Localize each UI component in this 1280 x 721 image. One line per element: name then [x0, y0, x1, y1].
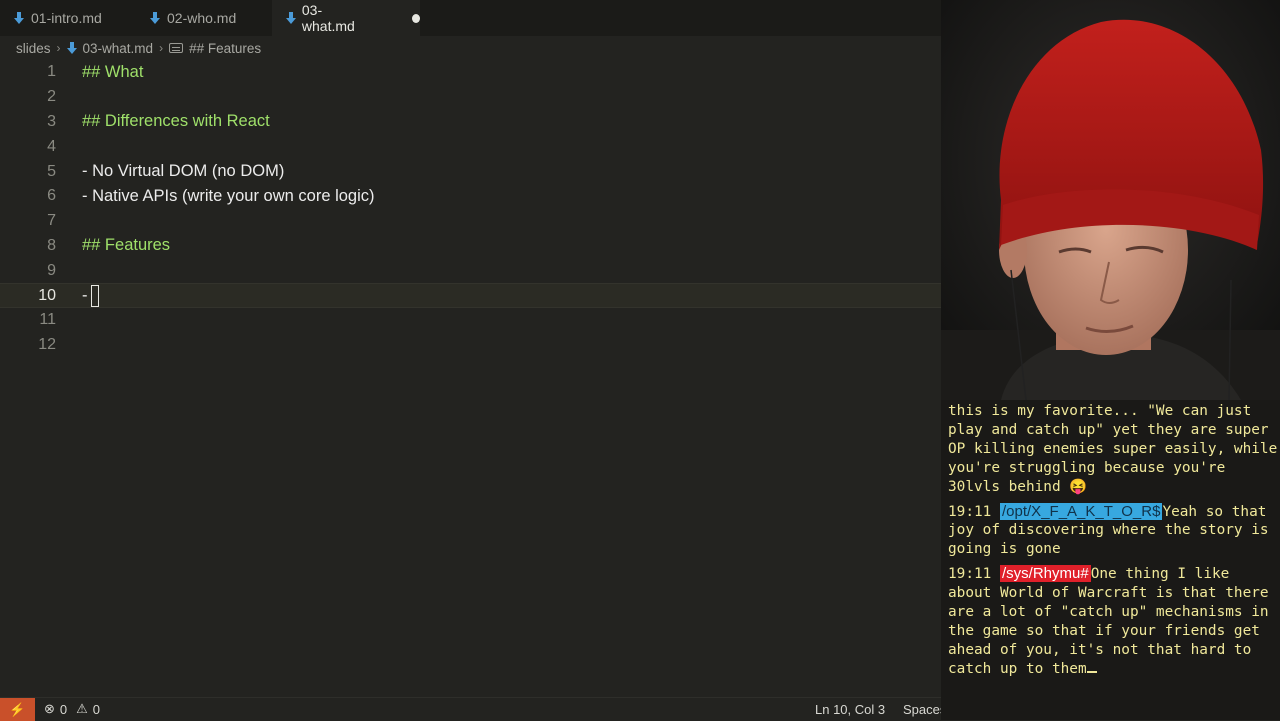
error-count: 0 [59, 701, 68, 717]
tab-02-who[interactable]: 02-who.md [136, 0, 272, 36]
warning-count: 0 [92, 701, 101, 717]
laughing-emoji-icon: 😝 [1069, 478, 1088, 495]
chat-time: 19:11 [948, 503, 992, 520]
webcam-feed [941, 0, 1280, 400]
code-line[interactable]: 6 - Native APIs (write your own core logi… [0, 184, 941, 209]
chat-text: this is my favorite... "We can just play… [948, 403, 1278, 495]
line-number: 1 [47, 63, 56, 81]
tab-label: 02-who.md [167, 10, 237, 26]
code-line[interactable]: 4 [0, 134, 941, 159]
line-text: ## What [82, 62, 144, 81]
markdown-file-icon [286, 12, 296, 24]
code-editor[interactable]: 1 ## What 2 3 ## Differences with React 4 … [0, 60, 941, 358]
chat-message: 19:11 /sys/Rhymu# One thing I like about … [948, 565, 1278, 678]
chevron-right-icon: › [159, 41, 164, 55]
code-line[interactable]: 12 [0, 333, 941, 358]
chat-time: 19:11 [948, 566, 992, 583]
stream-overlay-panel: this is my favorite... "We can just play… [941, 0, 1280, 720]
code-line-current[interactable]: 10 - [0, 283, 941, 308]
warning-icon: ⚠ [76, 701, 88, 716]
tab-label: 01-intro.md [31, 10, 102, 26]
tab-01-intro[interactable]: 01-intro.md [0, 0, 136, 36]
chat-username: /opt/X_F_A_K_T_O_R$ [1000, 502, 1163, 520]
problems-indicator[interactable]: ⊗ 0 ⚠ 0 [44, 698, 100, 720]
line-number: 2 [47, 88, 56, 106]
code-line[interactable]: 5 - No Virtual DOM (no DOM) [0, 159, 941, 184]
chat-username: /sys/Rhymu# [1000, 565, 1091, 583]
line-number: 10 [38, 286, 56, 304]
indentation-setting[interactable]: Spaces [903, 698, 946, 720]
code-line[interactable]: 3 ## Differences with React [0, 110, 941, 135]
line-number: 4 [47, 137, 56, 155]
tab-03-what[interactable]: 03-what.md [272, 0, 420, 36]
status-bar: ⚡ ⊗ 0 ⚠ 0 Ln 10, Col 3 Spaces [0, 697, 946, 721]
line-number: 3 [47, 112, 56, 130]
markdown-file-icon [14, 12, 24, 24]
breadcrumb-file[interactable]: 03-what.md [83, 41, 154, 56]
code-line[interactable]: 11 [0, 308, 941, 333]
error-icon: ⊗ [44, 701, 55, 716]
editor-area[interactable]: 01-intro.md 02-who.md 03-what.md slides … [0, 0, 941, 697]
remote-indicator[interactable]: ⚡ [0, 698, 35, 721]
breadcrumb-symbol[interactable]: ## Features [189, 41, 261, 56]
line-text: - [82, 285, 88, 304]
code-line[interactable]: 1 ## What [0, 60, 941, 85]
markdown-file-icon [66, 42, 77, 54]
chat-text: One thing I like about World of Warcraft… [948, 566, 1269, 677]
breadcrumb: slides › 03-what.md › ## Features [16, 38, 261, 58]
line-number: 7 [47, 212, 56, 230]
code-line[interactable]: 7 [0, 209, 941, 234]
tab-bar: 01-intro.md 02-who.md 03-what.md [0, 0, 941, 36]
chevron-right-icon: › [56, 41, 61, 55]
line-text-current: - [82, 284, 99, 307]
symbol-string-icon [169, 43, 184, 53]
breadcrumb-folder[interactable]: slides [16, 41, 51, 56]
terminal-cursor [1086, 670, 1097, 673]
line-number: 5 [47, 162, 56, 180]
chat-log: this is my favorite... "We can just play… [948, 402, 1278, 685]
tab-label: 03-what.md [301, 2, 355, 34]
chat-message: 19:11 /opt/X_F_A_K_T_O_R$ Yeah so that jo… [948, 502, 1278, 560]
code-line[interactable]: 2 [0, 85, 941, 110]
line-number: 9 [47, 261, 56, 279]
chat-message: this is my favorite... "We can just play… [948, 402, 1278, 497]
code-line[interactable]: 8 ## Features [0, 234, 941, 259]
markdown-file-icon [150, 12, 160, 24]
cursor-position[interactable]: Ln 10, Col 3 [815, 698, 885, 720]
line-text: - Native APIs (write your own core logic… [82, 186, 375, 205]
line-text: ## Differences with React [82, 112, 270, 131]
line-number: 12 [38, 336, 56, 354]
line-number: 6 [47, 187, 56, 205]
remote-icon: ⚡ [9, 701, 26, 717]
line-text: - No Virtual DOM (no DOM) [82, 162, 285, 181]
line-text: ## Features [82, 236, 171, 255]
line-number: 8 [47, 236, 56, 254]
unsaved-dot-icon[interactable] [411, 13, 420, 23]
text-cursor [90, 284, 99, 307]
code-line[interactable]: 9 [0, 258, 941, 283]
line-number: 11 [39, 311, 56, 329]
